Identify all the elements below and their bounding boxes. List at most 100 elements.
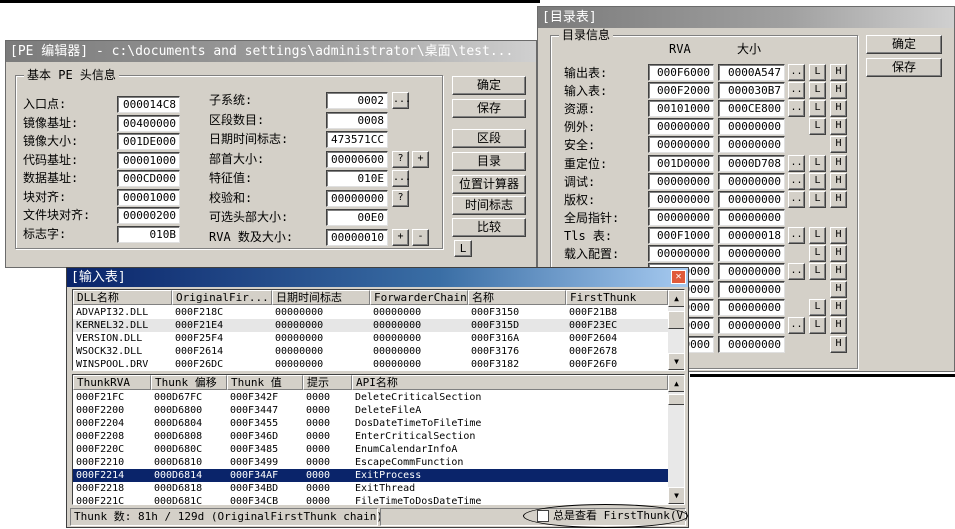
dll-column-header[interactable]: ForwarderChain — [370, 290, 468, 305]
save-button[interactable]: 保存 — [452, 99, 526, 118]
h-button[interactable]: H — [830, 118, 847, 136]
l-button[interactable]: L — [809, 154, 826, 172]
directory-size-field[interactable]: 000CE800 — [718, 100, 785, 118]
ok-button[interactable]: 确定 — [452, 76, 526, 95]
thunk-row[interactable]: 000F220C 000D680C 000F3485 0000 EnumCalendar… — [73, 443, 668, 456]
l-button[interactable]: L — [809, 118, 826, 136]
directory-size-field[interactable]: 00000000 — [718, 335, 785, 353]
dll-column-header[interactable]: 日期时间标志 — [272, 290, 370, 305]
l-button[interactable]: L — [809, 172, 826, 190]
thunk-row[interactable]: 000F2214 000D6814 000F34AF 0000 ExitProcess — [73, 469, 668, 482]
dll-list[interactable]: DLL名称 OriginalFir... 日期时间标志 ForwarderChain 名… — [72, 289, 685, 371]
more-button[interactable]: .. — [788, 64, 805, 81]
sections-button[interactable]: 区段 — [452, 129, 526, 148]
thunk-column-header[interactable]: ThunkRVA — [73, 375, 151, 390]
directory-rva-field[interactable]: 00000000 — [648, 190, 714, 208]
thunk-column-header[interactable]: API名称 — [352, 375, 668, 390]
scroll-down-arrow[interactable]: ▼ — [668, 353, 684, 370]
location-calculator-button[interactable]: 位置计算器 — [452, 175, 526, 194]
scroll-up-arrow[interactable]: ▲ — [668, 375, 684, 392]
pe-field-value[interactable]: 00E0 — [326, 209, 388, 226]
thunk-list[interactable]: ThunkRVA Thunk 偏移 Thunk 值提示 API名称 000F21FC 0… — [72, 374, 685, 505]
directory-size-field[interactable]: 00000000 — [718, 136, 785, 154]
help-button[interactable]: ? — [392, 150, 409, 168]
h-button[interactable]: H — [830, 82, 847, 100]
more-button[interactable]: ... — [392, 92, 411, 109]
thunk-row[interactable]: 000F21FC 000D67FC 000F342F 0000 DeleteCritic… — [73, 391, 668, 404]
h-button[interactable]: H — [830, 335, 847, 353]
directory-size-field[interactable]: 00000018 — [718, 226, 785, 244]
pe-field-value[interactable]: 00000000 — [326, 189, 388, 207]
more-button[interactable]: .. — [788, 263, 805, 281]
directory-size-field[interactable]: 0000D708 — [718, 154, 785, 172]
h-button[interactable]: H — [830, 172, 847, 190]
thunk-list-scrollbar[interactable]: ▲ ▼ — [668, 375, 684, 504]
more-button[interactable]: .. — [788, 154, 805, 172]
pe-field-value[interactable]: 473571CC — [326, 131, 388, 148]
ok-button[interactable]: 确定 — [866, 35, 942, 54]
scroll-down-arrow[interactable]: ▼ — [668, 487, 684, 504]
thunk-row[interactable]: 000F2204 000D6804 000F3455 0000 DosDateTimeT… — [73, 417, 668, 430]
l-button[interactable]: L — [809, 263, 826, 281]
more-button[interactable]: .. — [788, 190, 805, 208]
dll-column-header[interactable]: FirstThunk — [566, 290, 668, 305]
dll-row[interactable]: WSOCK32.DLL 000F2614 00000000 00000000 000F3… — [73, 345, 668, 358]
pe-field-value[interactable]: 00000600 — [326, 150, 388, 168]
close-button[interactable]: ✕ — [671, 270, 686, 284]
dll-column-header[interactable]: 名称 — [468, 290, 566, 305]
more-button[interactable]: .. — [788, 226, 805, 244]
minus-button[interactable]: - — [412, 228, 429, 246]
always-view-firstthunk-checkbox[interactable] — [537, 510, 549, 522]
dll-row[interactable]: KERNEL32.DLL 000F21E4 00000000 00000000 000F… — [73, 319, 668, 332]
more-button[interactable]: .. — [788, 317, 805, 335]
pe-field-value[interactable]: 0002 — [326, 92, 388, 109]
directory-rva-field[interactable]: 000F2000 — [648, 82, 714, 100]
directory-size-field[interactable]: 0000A547 — [718, 64, 785, 81]
directory-size-field[interactable]: 00000000 — [718, 190, 785, 208]
l-button[interactable]: L — [809, 100, 826, 118]
h-button[interactable]: H — [830, 64, 847, 81]
h-button[interactable]: H — [830, 263, 847, 281]
directory-size-field[interactable]: 00000000 — [718, 245, 785, 262]
thunk-row[interactable]: 000F2218 000D6818 000F34BD 0000 ExitThread — [73, 482, 668, 495]
l-button[interactable]: L — [809, 226, 826, 244]
dll-row[interactable]: ADVAPI32.DLL 000F218C 00000000 00000000 000F… — [73, 306, 668, 319]
pe-field-value[interactable]: 00000010 — [326, 228, 388, 246]
directory-size-field[interactable]: 00000000 — [718, 317, 785, 335]
directory-rva-field[interactable]: 00000000 — [648, 136, 714, 154]
pe-field-value[interactable]: 000CD000 — [117, 170, 180, 187]
l-button[interactable]: L — [809, 64, 826, 81]
l-button[interactable]: L — [809, 299, 826, 317]
dll-row[interactable]: VERSION.DLL 000F25F4 00000000 00000000 000F3… — [73, 332, 668, 345]
pe-field-value[interactable]: 00001000 — [117, 151, 180, 169]
pe-editor-titlebar[interactable]: [PE 编辑器] - c:\documents and settings\adm… — [6, 41, 536, 62]
directory-rva-field[interactable]: 00101000 — [648, 100, 714, 118]
thunk-column-header[interactable]: Thunk 值 — [227, 375, 303, 390]
h-button[interactable]: H — [830, 190, 847, 208]
pe-field-value[interactable]: 001DE000 — [117, 133, 180, 150]
help-button[interactable]: ? — [392, 189, 409, 207]
dll-list-scrollbar[interactable]: ▲ ▼ — [668, 290, 684, 370]
h-button[interactable]: H — [830, 100, 847, 118]
thunk-row[interactable]: 000F2200 000D6800 000F3447 0000 DeleteFileA — [73, 404, 668, 417]
dll-row[interactable]: WINSPOOL.DRV 000F26DC 00000000 00000000 000F… — [73, 358, 668, 370]
h-button[interactable]: H — [830, 154, 847, 172]
thunk-column-header[interactable]: 提示 — [303, 375, 352, 390]
l-button[interactable]: L — [809, 82, 826, 100]
compare-button[interactable]: 比较 — [452, 218, 526, 237]
h-button[interactable]: H — [830, 136, 847, 154]
pe-field-value[interactable]: 00000200 — [117, 207, 180, 224]
h-button[interactable]: H — [830, 226, 847, 244]
directory-rva-field[interactable]: 00000000 — [648, 208, 714, 226]
l-button[interactable]: L — [809, 245, 826, 262]
more-button[interactable]: .. — [788, 100, 805, 118]
thunk-row[interactable]: 000F2208 000D6808 000F346D 0000 EnterCritica… — [73, 430, 668, 443]
h-button[interactable]: H — [830, 245, 847, 262]
directory-size-field[interactable]: 000030B7 — [718, 82, 785, 100]
more-button[interactable]: .. — [788, 172, 805, 190]
h-button[interactable]: H — [830, 317, 847, 335]
directory-size-field[interactable]: 00000000 — [718, 208, 785, 226]
h-button[interactable]: H — [830, 281, 847, 299]
thunk-row[interactable]: 000F2210 000D6810 000F3499 0000 EscapeCommFu… — [73, 456, 668, 469]
directory-rva-field[interactable]: 00000000 — [648, 245, 714, 262]
